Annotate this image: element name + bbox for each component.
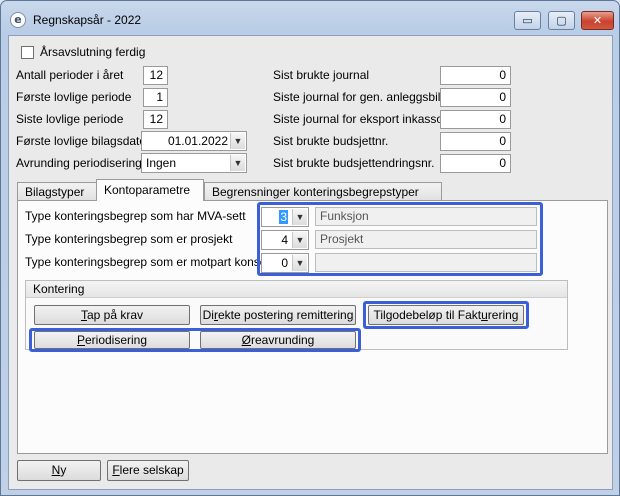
annotation-highlight-buttons <box>29 328 361 352</box>
arsavslutning-checkbox[interactable] <box>21 46 34 59</box>
sist-journal-input[interactable]: 0 <box>440 66 511 85</box>
direkte-postering-button[interactable]: Direkte postering remittering <box>200 305 356 325</box>
tap-pa-krav-button[interactable]: Tap på krav <box>34 305 190 325</box>
siste-journal-eksport-label: Siste journal for eksport inkasso <box>273 112 444 126</box>
sist-budsjettendringsnr-label: Sist brukte budsjettendringsnr. <box>273 156 435 170</box>
annotation-highlight-tilgodebelop <box>363 301 529 329</box>
tab-kontoparametre[interactable]: Kontoparametre <box>96 179 204 201</box>
mva-sett-label: Type konteringsbegrep som har MVA-sett <box>25 209 246 223</box>
antall-perioder-input[interactable]: 12 <box>143 66 168 85</box>
siste-journal-anlegg-label: Siste journal for gen. anleggsbilag <box>273 90 454 104</box>
siste-periode-input[interactable]: 12 <box>143 110 168 129</box>
sist-journal-label: Sist brukte journal <box>273 68 370 82</box>
forste-bilagsdato-label: Første lovlige bilagsdato <box>16 134 147 148</box>
forste-periode-input[interactable]: 1 <box>143 88 168 107</box>
chevron-down-icon[interactable]: ▼ <box>230 133 245 149</box>
siste-periode-label: Siste lovlige periode <box>16 112 124 126</box>
window-title: Regnskapsår - 2022 <box>33 13 142 27</box>
flere-selskap-button[interactable]: Flere selskap <box>107 460 189 481</box>
chevron-down-icon[interactable]: ▼ <box>230 155 245 171</box>
forste-bilagsdato-picker[interactable]: 01.01.2022 ▼ <box>141 131 247 151</box>
kontering-group-title: Kontering <box>26 281 567 298</box>
ny-button[interactable]: Ny <box>17 460 101 481</box>
avrunding-select[interactable]: Ingen ▼ <box>141 153 247 173</box>
avrunding-label: Avrunding periodisering <box>16 156 142 170</box>
sist-budsjettnr-input[interactable]: 0 <box>440 132 511 151</box>
forste-periode-label: Første lovlige periode <box>16 90 132 104</box>
annotation-highlight-rows <box>257 202 543 276</box>
minimize-button[interactable]: ▭ <box>514 11 541 30</box>
prosjekt-label: Type konteringsbegrep som er prosjekt <box>25 232 233 246</box>
title-bar[interactable]: e Regnskapsår - 2022 ▭ ▢ ✕ <box>1 1 619 35</box>
sist-budsjettnr-label: Sist brukte budsjettnr. <box>273 134 389 148</box>
tab-begrensninger[interactable]: Begrensninger konteringsbegrepstyper <box>204 182 442 201</box>
siste-journal-anlegg-input[interactable]: 0 <box>440 88 511 107</box>
client-area: Årsavslutning ferdig Antall perioder i å… <box>8 35 613 490</box>
siste-journal-eksport-input[interactable]: 0 <box>440 110 511 129</box>
avrunding-value: Ingen <box>146 156 177 170</box>
kontoparametre-panel: Type konteringsbegrep som har MVA-sett 3… <box>17 200 608 454</box>
sist-budsjettendringsnr-input[interactable]: 0 <box>440 154 511 173</box>
close-button[interactable]: ✕ <box>581 11 614 30</box>
forste-bilagsdato-value: 01.01.2022 <box>167 134 228 148</box>
tab-bilagstyper[interactable]: Bilagstyper <box>17 182 97 201</box>
kontering-group: Kontering Tap på krav Direkte postering … <box>25 280 568 352</box>
application-window: e Regnskapsår - 2022 ▭ ▢ ✕ Årsavslutning… <box>0 0 620 496</box>
motpart-konsern-label: Type konteringsbegrep som er motpart kon… <box>25 255 278 269</box>
arsavslutning-label: Årsavslutning ferdig <box>40 45 146 59</box>
app-logo-icon: e <box>10 12 26 28</box>
antall-perioder-label: Antall perioder i året <box>16 68 124 82</box>
maximize-button[interactable]: ▢ <box>548 11 575 30</box>
